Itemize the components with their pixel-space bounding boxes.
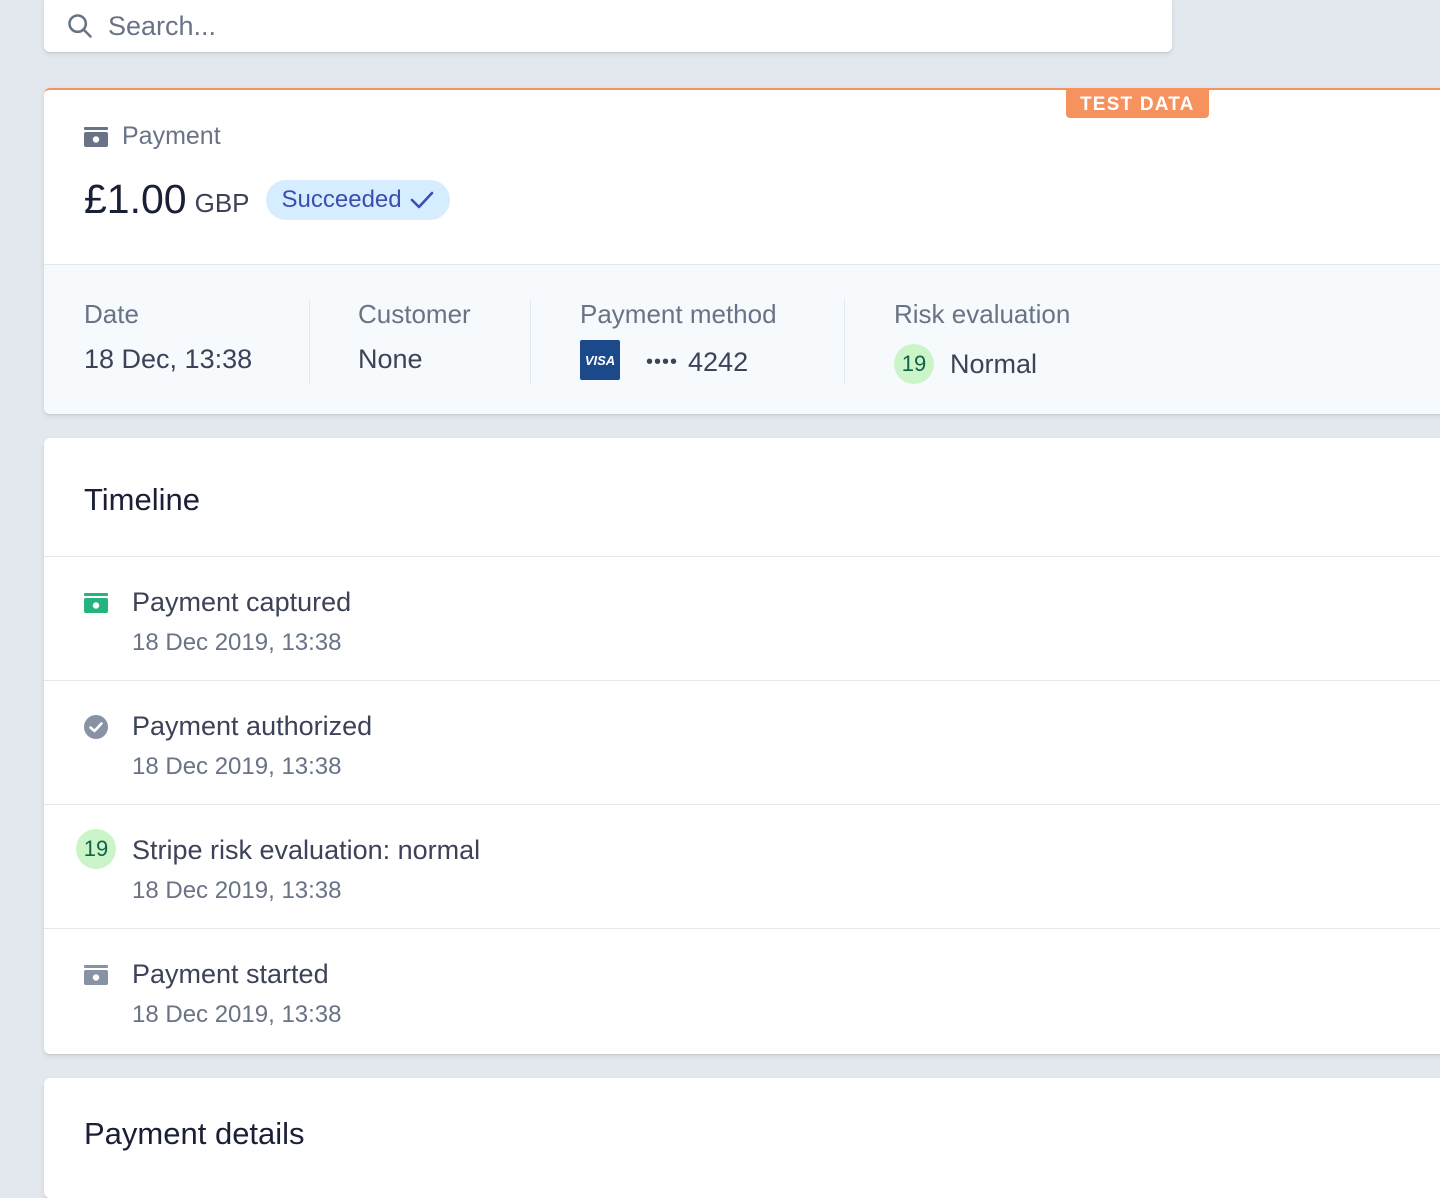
summary-date: Date 18 Dec, 13:38 [84, 299, 252, 385]
payment-method-label: Payment method [580, 299, 777, 329]
status-badge: Succeeded [265, 179, 450, 220]
customer-value: None [358, 344, 423, 374]
event-date: 18 Dec 2019, 13:38 [132, 629, 342, 656]
payment-card: TEST DATA Payment £1.00 GBP Succeeded Da… [44, 88, 1440, 414]
payment-details-card: Payment details [44, 1078, 1440, 1198]
summary-payment-method: Payment method VISA •••• 4242 [580, 299, 777, 385]
visa-card-icon: VISA [580, 340, 620, 380]
risk-value[interactable]: 19 Normal [894, 344, 1070, 384]
payment-currency: GBP [194, 188, 250, 218]
timeline-card: Timeline Payment captured 18 Dec 2019, 1… [44, 438, 1440, 1054]
payment-header: Payment [84, 122, 221, 151]
timeline-event: 19 Stripe risk evaluation: normal 18 Dec… [44, 805, 1440, 929]
payment-amount: £1.00 [84, 176, 187, 222]
checkmark-icon [410, 191, 433, 208]
customer-label: Customer [358, 299, 471, 329]
payment-label: Payment [122, 122, 221, 150]
payment-summary: Date 18 Dec, 13:38 Customer None Payment… [44, 264, 1440, 414]
event-title: Stripe risk evaluation: normal [132, 835, 481, 865]
event-title: Payment started [132, 959, 329, 989]
summary-divider [530, 299, 531, 385]
event-date: 18 Dec 2019, 13:38 [132, 1001, 342, 1028]
timeline-event: Payment started 18 Dec 2019, 13:38 [44, 929, 1440, 1053]
risk-score-badge: 19 [894, 344, 934, 384]
summary-divider [309, 299, 310, 385]
card-mask: •••• [646, 350, 679, 373]
event-date: 18 Dec 2019, 13:38 [132, 877, 342, 904]
search-input[interactable] [108, 10, 1008, 42]
timeline-event: Payment authorized 18 Dec 2019, 13:38 [44, 681, 1440, 805]
payment-method-value[interactable]: VISA •••• 4242 [580, 340, 777, 380]
timeline-title: Timeline [84, 482, 200, 517]
timeline-event: Payment captured 18 Dec 2019, 13:38 [44, 557, 1440, 681]
event-title: Payment captured [132, 587, 352, 617]
test-data-badge: TEST DATA [1066, 90, 1209, 118]
check-circle-icon [82, 713, 110, 741]
event-title: Payment authorized [132, 711, 373, 741]
date-label: Date [84, 299, 139, 329]
summary-customer: Customer None [358, 299, 471, 385]
card-last4: 4242 [688, 346, 749, 377]
date-value: 18 Dec, 13:38 [84, 344, 253, 374]
risk-label: Risk evaluation [894, 299, 1071, 329]
search-icon [68, 14, 92, 38]
cash-icon [84, 126, 108, 147]
amount-row: £1.00 GBP Succeeded [84, 176, 450, 223]
cash-icon [82, 589, 110, 617]
event-date: 18 Dec 2019, 13:38 [132, 753, 342, 780]
cash-icon [82, 961, 110, 989]
risk-level: Normal [950, 348, 1038, 379]
status-label: Succeeded [281, 185, 402, 213]
summary-divider [844, 299, 845, 385]
risk-score-badge: 19 [76, 829, 116, 869]
summary-risk: Risk evaluation 19 Normal [894, 299, 1070, 385]
payment-details-title: Payment details [84, 1116, 305, 1151]
search-bar[interactable] [44, 0, 1172, 52]
